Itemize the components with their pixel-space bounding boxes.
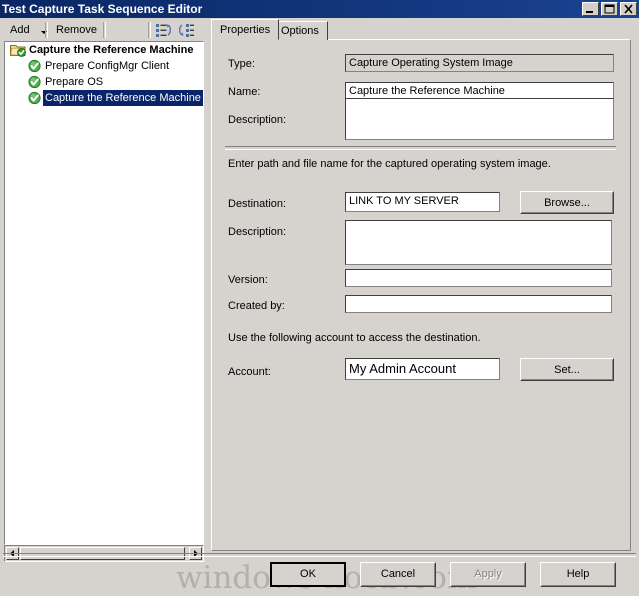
tree-item-label: Capture the Reference Machine bbox=[43, 90, 203, 106]
properties-tab-panel: Type: Capture Operating System Image Nam… bbox=[211, 39, 631, 551]
tree-item-prepare-os[interactable]: Prepare OS bbox=[5, 74, 203, 90]
window-controls bbox=[582, 2, 637, 16]
type-field: Capture Operating System Image bbox=[345, 54, 614, 72]
maximize-button[interactable] bbox=[601, 2, 618, 16]
folder-checked-icon bbox=[10, 43, 26, 57]
section-divider bbox=[225, 146, 616, 150]
footer-divider bbox=[3, 553, 636, 557]
green-check-icon bbox=[27, 91, 43, 105]
toolbar-separator bbox=[148, 22, 151, 38]
account-section-text: Use the following account to access the … bbox=[228, 332, 481, 344]
green-check-icon bbox=[27, 59, 43, 73]
destination-label: Destination: bbox=[228, 198, 287, 210]
apply-button: Apply bbox=[450, 562, 526, 587]
tree-root-label: Capture the Reference Machine bbox=[29, 44, 194, 56]
tree-item-label: Prepare OS bbox=[45, 76, 104, 88]
version-input[interactable] bbox=[345, 269, 612, 287]
help-button[interactable]: Help bbox=[540, 562, 616, 587]
title-bar: Test Capture Task Sequence Editor bbox=[0, 0, 639, 18]
created-by-label: Created by: bbox=[228, 300, 285, 312]
tree-item-label: Prepare ConfigMgr Client bbox=[45, 60, 170, 72]
set-button[interactable]: Set... bbox=[520, 358, 614, 381]
account-input[interactable]: My Admin Account bbox=[345, 358, 500, 380]
tab-options[interactable]: Options bbox=[272, 21, 328, 40]
add-button-label: Add bbox=[10, 24, 30, 36]
type-label: Type: bbox=[228, 58, 255, 70]
window-title: Test Capture Task Sequence Editor bbox=[2, 2, 203, 16]
description-image-input[interactable] bbox=[345, 220, 612, 265]
browse-button[interactable]: Browse... bbox=[520, 191, 614, 214]
task-sequence-tree[interactable]: Capture the Reference Machine Prepare Co… bbox=[4, 41, 204, 545]
add-button[interactable]: Add bbox=[5, 21, 47, 39]
account-label: Account: bbox=[228, 366, 271, 378]
created-by-input[interactable] bbox=[345, 295, 612, 313]
tree-item-capture-the-reference-machine[interactable]: Capture the Reference Machine bbox=[5, 90, 203, 106]
description-top-label: Description: bbox=[228, 114, 287, 126]
description-top-input[interactable] bbox=[345, 98, 614, 140]
toolbar: Add Remove bbox=[0, 18, 208, 41]
ok-button[interactable]: OK bbox=[270, 562, 346, 587]
toolbar-separator bbox=[103, 22, 106, 38]
tab-properties[interactable]: Properties bbox=[211, 19, 280, 40]
ok-button-label: OK bbox=[300, 568, 316, 580]
minimize-button[interactable] bbox=[582, 2, 599, 16]
destination-section-text: Enter path and file name for the capture… bbox=[228, 158, 551, 170]
destination-input[interactable]: LINK TO MY SERVER bbox=[345, 192, 500, 212]
version-label: Version: bbox=[228, 274, 268, 286]
tree-item-prepare-configmgr-client[interactable]: Prepare ConfigMgr Client bbox=[5, 58, 203, 74]
cancel-button[interactable]: Cancel bbox=[360, 562, 436, 587]
tree-root-item[interactable]: Capture the Reference Machine bbox=[5, 42, 203, 58]
description-image-label: Description: bbox=[228, 226, 287, 238]
toolbar-separator bbox=[45, 22, 48, 38]
remove-button[interactable]: Remove bbox=[51, 21, 102, 39]
name-label: Name: bbox=[228, 86, 261, 98]
green-check-icon bbox=[27, 75, 43, 89]
close-button[interactable] bbox=[620, 2, 637, 16]
move-down-icon[interactable] bbox=[178, 22, 195, 38]
move-up-icon[interactable] bbox=[155, 22, 172, 38]
